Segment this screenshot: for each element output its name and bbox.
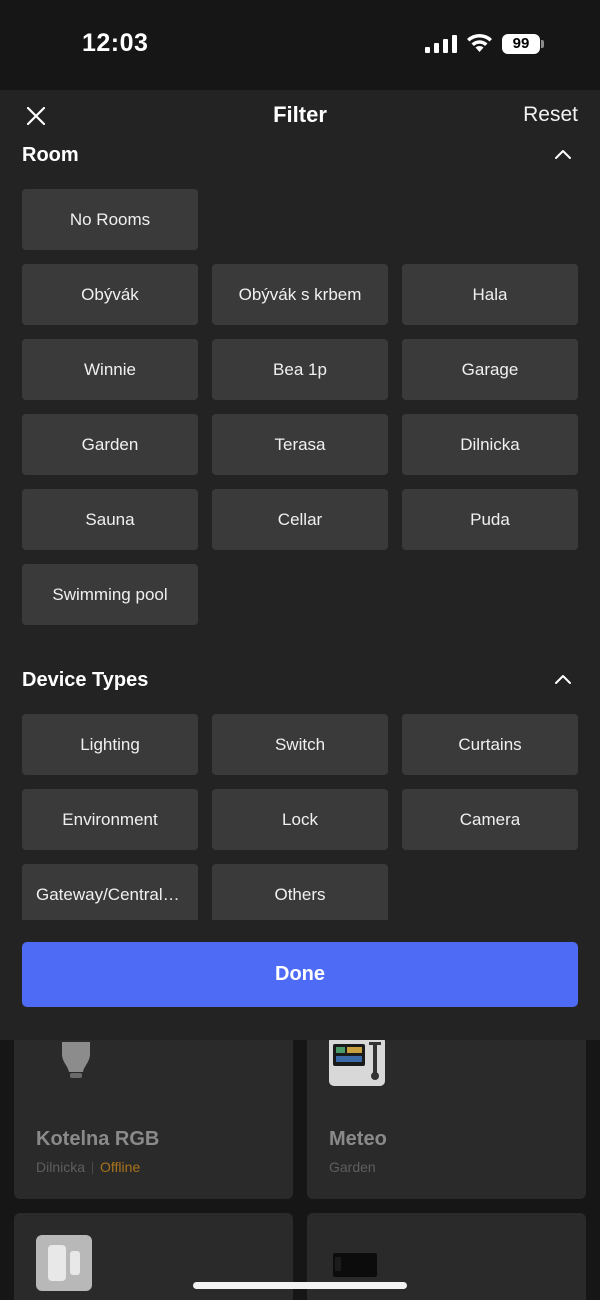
room-chip-garage[interactable]: Garage bbox=[402, 339, 578, 400]
type-chip-lock[interactable]: Lock bbox=[212, 789, 388, 850]
done-button[interactable]: Done bbox=[22, 942, 578, 1007]
status-time: 12:03 bbox=[82, 29, 149, 57]
filter-scroll-area[interactable]: Room No Rooms Obývák Obývák s krbem Hala… bbox=[0, 142, 600, 920]
sheet-header: Filter Reset bbox=[0, 90, 600, 142]
camera-device-icon bbox=[333, 1253, 377, 1277]
room-chip-bea-1p[interactable]: Bea 1p bbox=[212, 339, 388, 400]
room-chip-grid: No Rooms Obývák Obývák s krbem Hala Winn… bbox=[22, 189, 578, 625]
room-chip-no-rooms[interactable]: No Rooms bbox=[22, 189, 198, 250]
device-status: Offline bbox=[100, 1159, 141, 1175]
chevron-up-icon[interactable] bbox=[552, 144, 574, 166]
status-bar: 12:03 99 bbox=[0, 0, 600, 90]
filter-sheet: Filter Reset Room No Rooms Obývák Obývák… bbox=[0, 90, 600, 1040]
battery-icon: 99 bbox=[502, 34, 544, 54]
room-chip-terasa[interactable]: Terasa bbox=[212, 414, 388, 475]
close-icon[interactable] bbox=[24, 104, 48, 128]
home-indicator[interactable] bbox=[193, 1282, 407, 1289]
door-sensor-icon bbox=[36, 1235, 92, 1291]
type-chip-others[interactable]: Others bbox=[212, 864, 388, 920]
room-chip-hala[interactable]: Hala bbox=[402, 264, 578, 325]
device-room: Dilnicka bbox=[36, 1159, 86, 1175]
device-card[interactable]: Kotelna RGB Dilnicka Offline bbox=[14, 1030, 293, 1199]
room-chip-obyvak-s-krbem[interactable]: Obývák s krbem bbox=[212, 264, 388, 325]
device-type-chip-grid: Lighting Switch Curtains Environment Loc… bbox=[22, 714, 578, 920]
cellular-signal-icon bbox=[425, 35, 457, 53]
type-chip-camera[interactable]: Camera bbox=[402, 789, 578, 850]
chevron-up-icon[interactable] bbox=[552, 669, 574, 691]
device-card[interactable]: Meteo Garden bbox=[307, 1030, 586, 1199]
type-chip-environment[interactable]: Environment bbox=[22, 789, 198, 850]
device-room: Garden bbox=[329, 1159, 376, 1175]
weather-station-icon bbox=[329, 1036, 385, 1086]
device-types-section-title: Device Types bbox=[22, 669, 149, 691]
room-chip-obyvak[interactable]: Obývák bbox=[22, 264, 198, 325]
type-chip-curtains[interactable]: Curtains bbox=[402, 714, 578, 775]
room-chip-sauna[interactable]: Sauna bbox=[22, 489, 198, 550]
room-chip-dilnicka[interactable]: Dilnicka bbox=[402, 414, 578, 475]
type-chip-lighting[interactable]: Lighting bbox=[22, 714, 198, 775]
device-meta: Dilnicka Offline bbox=[36, 1159, 140, 1175]
type-chip-switch[interactable]: Switch bbox=[212, 714, 388, 775]
bulb-icon bbox=[62, 1042, 90, 1078]
room-chip-cellar[interactable]: Cellar bbox=[212, 489, 388, 550]
room-chip-garden[interactable]: Garden bbox=[22, 414, 198, 475]
wifi-icon bbox=[467, 33, 492, 52]
room-chip-puda[interactable]: Puda bbox=[402, 489, 578, 550]
sheet-title: Filter bbox=[273, 102, 327, 127]
type-chip-gateway[interactable]: Gateway/Central Controller bbox=[22, 864, 198, 920]
reset-button[interactable]: Reset bbox=[523, 103, 578, 127]
device-name: Meteo bbox=[329, 1128, 387, 1150]
room-chip-swimming-pool[interactable]: Swimming pool bbox=[22, 564, 198, 625]
room-chip-winnie[interactable]: Winnie bbox=[22, 339, 198, 400]
battery-level: 99 bbox=[502, 34, 540, 54]
room-section-title: Room bbox=[22, 144, 79, 166]
device-name: Kotelna RGB bbox=[36, 1128, 160, 1150]
